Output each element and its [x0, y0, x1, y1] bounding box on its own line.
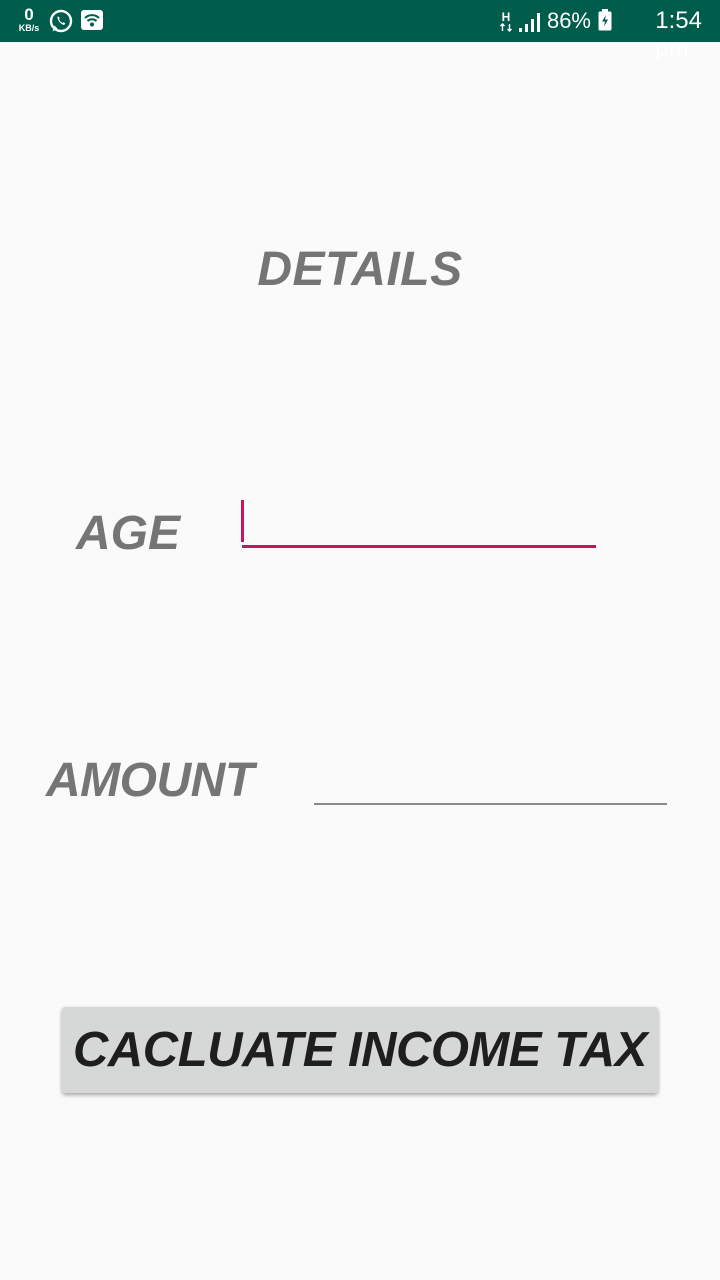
status-clock: 1:54 pm: [655, 7, 702, 62]
calculate-income-tax-button[interactable]: CACLUATE INCOME TAX: [62, 1007, 658, 1093]
network-type-label: H: [502, 10, 511, 24]
page-title: DETAILS: [257, 243, 463, 296]
age-label: AGE: [76, 507, 181, 560]
net-speed-value: 0: [24, 5, 34, 24]
text-cursor: [241, 500, 244, 542]
battery-charging-icon: [598, 9, 612, 31]
signal-icon: [519, 13, 540, 32]
net-speed-unit: KB/s: [18, 23, 40, 33]
amount-input[interactable]: [314, 760, 667, 805]
amount-label: AMOUNT: [46, 754, 254, 807]
h-network-icon: H: [500, 10, 512, 32]
status-bar: 0 KB/s H 86% 1:54 pm: [0, 0, 720, 62]
whatsapp-icon: [49, 9, 73, 33]
battery-percent: 86%: [546, 8, 591, 33]
wifi-icon: [81, 10, 103, 30]
net-speed-indicator: 0 KB/s: [14, 6, 44, 33]
age-input[interactable]: [242, 500, 596, 548]
